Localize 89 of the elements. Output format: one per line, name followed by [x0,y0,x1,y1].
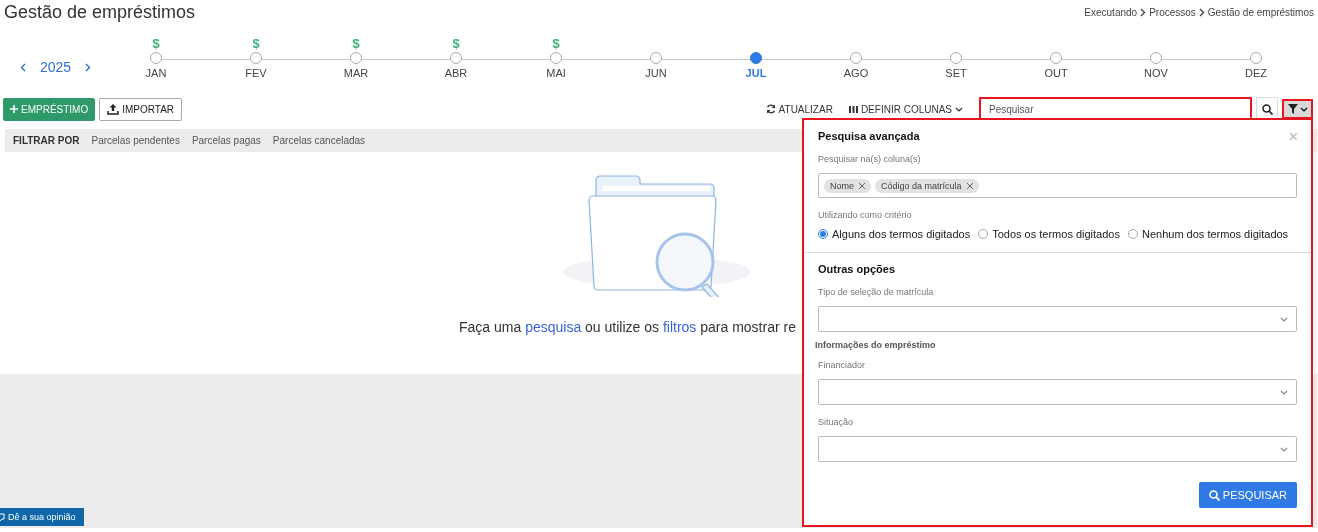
select-field[interactable] [818,436,1297,462]
criteria-radio[interactable]: Alguns dos termos digitados [818,228,971,240]
breadcrumb-item[interactable]: Gestão de empréstimos [1207,7,1314,18]
month-label[interactable]: MAR [343,67,369,79]
search-submit-button[interactable]: PESQUISAR [1198,482,1297,508]
chevron-down-icon [1280,446,1288,452]
payment-marker: $ [252,36,260,52]
month-dot[interactable] [650,52,662,64]
month-label[interactable]: ABR [444,67,468,79]
filter-label: FILTRAR POR [13,135,80,146]
close-icon [966,182,973,189]
month-dot[interactable] [450,52,462,64]
filter-option[interactable]: Parcelas pendentes [91,135,180,146]
month-dot[interactable] [950,52,962,64]
month-dot[interactable] [850,52,862,64]
filter-option[interactable]: Parcelas canceladas [272,135,366,146]
select-field[interactable] [818,379,1297,405]
close-icon [859,182,865,189]
chevron-down-icon [1280,389,1288,395]
feedback-tab[interactable]: Dê a sua opinião [0,508,84,526]
close-button[interactable] [1290,132,1297,140]
chevron-down-icon [1280,316,1288,322]
new-loan-button[interactable]: EMPRÉSTIMO [3,97,96,121]
chevron-right-icon [1198,8,1205,17]
year-label: 2025 [40,59,72,75]
payment-marker: $ [352,36,360,52]
search-icon [1261,103,1273,115]
caret-icon [1299,106,1308,112]
month-label[interactable]: AGO [843,67,869,79]
upload-icon [107,103,120,115]
month-dot[interactable] [250,52,262,64]
select-field[interactable] [818,306,1297,332]
month-dot[interactable] [1150,52,1162,64]
import-button[interactable]: IMPORTAR [99,97,183,121]
column-tag: Nome [824,178,871,193]
filter-option[interactable]: Parcelas pagas [191,135,261,146]
remove-tag-button[interactable] [859,182,865,189]
link[interactable]: pesquisa [525,319,582,335]
month-label[interactable]: JAN [145,67,167,79]
month-dot[interactable] [1250,52,1262,64]
search-icon [1208,489,1220,501]
caret-icon [955,106,963,112]
chevron-left-icon [20,62,26,72]
month-dot[interactable] [1050,52,1062,64]
chat-icon [0,512,5,522]
field-label: Pesquisar na(s) coluna(s) [818,154,922,164]
breadcrumb-item[interactable]: Executando [1084,7,1138,18]
month-label[interactable]: JUN [645,67,667,79]
column-tag: Código da matrícula [875,178,979,193]
month-label[interactable]: FEV [245,67,267,79]
section-title: Outras opções [818,263,897,275]
month-dot[interactable] [350,52,362,64]
month-label[interactable]: MAI [546,67,566,79]
panel-title: Pesquisa avançada [818,130,920,142]
month-dot[interactable] [750,52,762,64]
month-label[interactable]: OUT [1044,67,1068,79]
month-dot[interactable] [550,52,562,64]
search-field[interactable]: Pesquisar [979,97,1252,121]
month-label[interactable]: NOV [1144,67,1168,79]
remove-tag-button[interactable] [966,182,973,189]
payment-marker: $ [452,36,460,52]
columns-icon [848,105,858,113]
define-columns-button[interactable]: DEFINIR COLUNAS [842,103,969,115]
chevron-right-icon [1140,8,1147,17]
search-button[interactable] [1256,97,1278,121]
month-label[interactable]: DEZ [1245,67,1267,79]
criteria-radio[interactable]: Todos os termos digitados [978,228,1120,240]
field-label: Utilizando como critério [818,210,913,220]
field-label: Tipo de seleção de matrícula [818,287,935,297]
filter-icon [1287,104,1298,114]
breadcrumb-item[interactable]: Processos [1149,7,1196,18]
refresh-icon [765,104,776,114]
month-label[interactable]: JUL [745,67,767,79]
payment-marker: $ [152,36,160,52]
page-title: Gestão de empréstimos [4,2,196,23]
filter-button[interactable] [1282,99,1313,119]
close-icon [1290,132,1297,140]
plus-icon [10,105,18,113]
field-label: Financiador [818,360,867,370]
field-label: Situação [818,417,855,427]
chevron-right-icon [85,62,92,72]
month-dot[interactable] [150,52,162,64]
month-label[interactable]: SET [945,67,967,79]
group-heading: Informações do empréstimo [815,340,937,350]
link[interactable]: filtros [662,319,697,335]
columns-field[interactable]: Nome Código da matrícula [818,173,1297,198]
payment-marker: $ [552,36,560,52]
refresh-button[interactable]: ATUALIZAR [759,103,839,115]
criteria-radio[interactable]: Nenhum dos termos digitados [1128,228,1289,240]
